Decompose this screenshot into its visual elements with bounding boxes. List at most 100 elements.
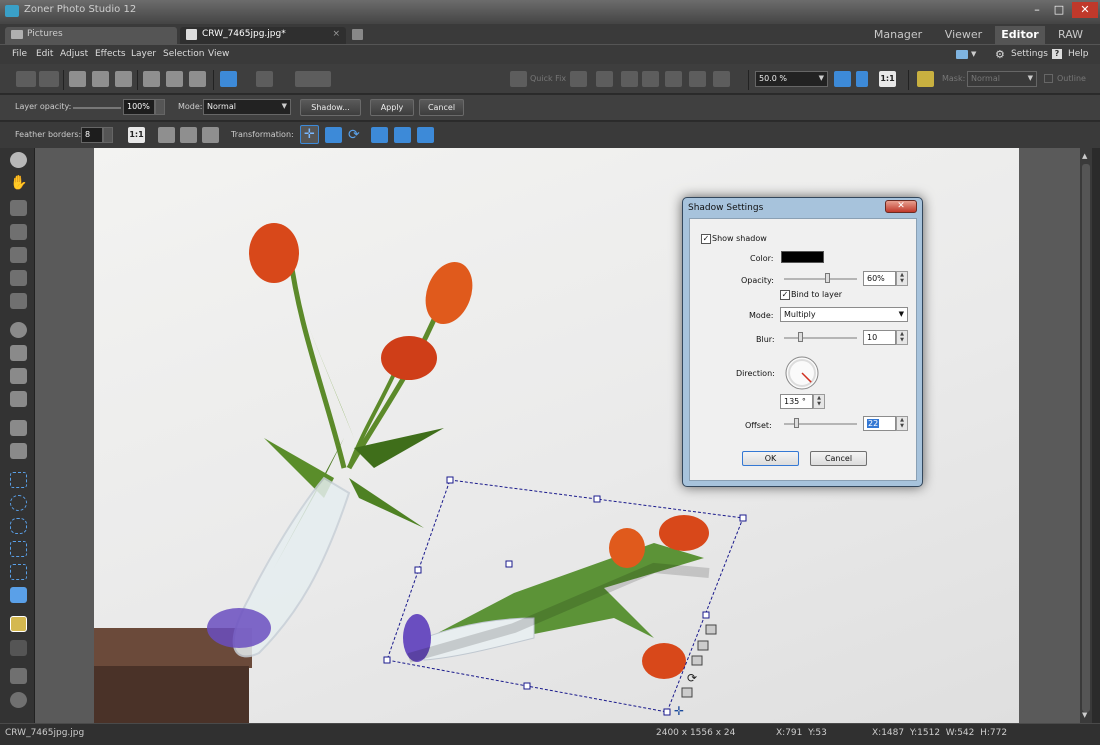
redo-icon[interactable]: [256, 71, 273, 87]
picture-tool-icon[interactable]: [10, 692, 27, 708]
show-shadow-checkbox[interactable]: ✓: [701, 234, 711, 244]
dialog-cancel-button[interactable]: Cancel: [810, 451, 867, 466]
new-tab-icon[interactable]: [352, 29, 363, 40]
mode-editor[interactable]: Editor: [995, 26, 1045, 44]
perspective-tool-icon[interactable]: [10, 247, 27, 263]
zoom-select[interactable]: 50.0 % ▼: [755, 71, 828, 87]
mask-brush-icon[interactable]: [917, 71, 934, 87]
menu-file[interactable]: File: [12, 49, 27, 59]
close-button[interactable]: ✕: [1072, 2, 1098, 18]
direction-dial[interactable]: [784, 355, 820, 391]
forward-arrow-icon[interactable]: [39, 71, 59, 87]
layer-opacity-slider[interactable]: [73, 107, 121, 109]
apply-button[interactable]: Apply: [370, 99, 414, 116]
color-shift-icon[interactable]: [713, 71, 730, 87]
fit-height-icon[interactable]: [856, 71, 868, 87]
menu-effects[interactable]: Effects: [95, 49, 126, 59]
open-folder-icon[interactable]: [69, 71, 86, 87]
actual-size-button[interactable]: 1:1: [128, 127, 145, 143]
actual-size-button[interactable]: 1:1: [879, 71, 896, 87]
direction-field[interactable]: 135 °: [780, 394, 813, 409]
offset-slider-thumb[interactable]: [794, 418, 799, 428]
layer-opacity-field[interactable]: 100%: [123, 99, 155, 115]
shadow-color-swatch[interactable]: [781, 251, 824, 263]
print-icon[interactable]: [115, 71, 132, 87]
healing-icon[interactable]: [10, 368, 27, 384]
skew-icon[interactable]: [371, 127, 388, 143]
maximize-button[interactable]: □: [1048, 2, 1070, 18]
copy-icon[interactable]: [143, 71, 160, 87]
brush-icon[interactable]: [621, 71, 638, 87]
tab-document[interactable]: CRW_7465jpg.jpg* ×: [180, 27, 346, 44]
scroll-up-icon[interactable]: ▲: [1082, 152, 1087, 160]
opacity-stepper[interactable]: ▲ ▼: [896, 271, 908, 286]
straighten-tool-icon[interactable]: [10, 224, 27, 240]
tab-close-icon[interactable]: ×: [332, 29, 340, 39]
sharpen-icon[interactable]: [665, 71, 682, 87]
polygon-lasso-icon[interactable]: [10, 541, 27, 557]
direction-stepper[interactable]: ▲ ▼: [813, 394, 825, 409]
move-icon[interactable]: ✛: [300, 125, 319, 144]
perspective-icon[interactable]: [394, 127, 411, 143]
bind-to-layer-checkbox[interactable]: ✓: [780, 290, 790, 300]
dialog-close-button[interactable]: ✕: [885, 200, 917, 213]
opacity-slider-thumb[interactable]: [825, 273, 830, 283]
retouch-icon[interactable]: [10, 391, 27, 407]
blur-stepper[interactable]: ▲ ▼: [896, 330, 908, 345]
rect-selection-icon[interactable]: [10, 472, 27, 488]
canvas-area[interactable]: ⟳ ✛: [35, 148, 1080, 723]
tab-pictures[interactable]: Pictures: [5, 27, 177, 44]
mode-manager[interactable]: Manager: [868, 26, 928, 44]
magic-wand-icon[interactable]: [10, 587, 27, 603]
resize-icon[interactable]: [325, 127, 342, 143]
gradient-tool-icon[interactable]: [10, 668, 27, 684]
menu-view[interactable]: View: [208, 49, 229, 59]
copy-layer-icon[interactable]: [158, 127, 175, 143]
merge-layer-icon[interactable]: [202, 127, 219, 143]
offset-stepper[interactable]: ▲ ▼: [896, 416, 908, 431]
save-icon[interactable]: [92, 71, 109, 87]
mask-mode-select[interactable]: Normal ▼: [967, 71, 1037, 87]
layer-mode-select[interactable]: Normal ▼: [203, 99, 291, 115]
monitor-icon[interactable]: [956, 50, 968, 59]
undo-icon[interactable]: [220, 71, 237, 87]
opacity-field[interactable]: 60%: [863, 271, 896, 286]
menu-layer[interactable]: Layer: [131, 49, 156, 59]
layer-tool-icon[interactable]: [10, 616, 27, 632]
redeye-tool-icon[interactable]: [10, 322, 27, 338]
shadow-button[interactable]: Shadow...: [300, 99, 361, 116]
zoom-tool-icon[interactable]: [10, 152, 27, 168]
outline-checkbox[interactable]: [1044, 74, 1053, 83]
settings-link[interactable]: Settings: [1011, 49, 1048, 59]
feather-stepper[interactable]: [103, 127, 113, 143]
menu-edit[interactable]: Edit: [36, 49, 53, 59]
feather-field[interactable]: 8: [81, 127, 103, 143]
lasso-icon[interactable]: [10, 518, 27, 534]
gear-icon[interactable]: ⚙: [995, 48, 1005, 61]
blur-slider[interactable]: [784, 337, 857, 339]
scrollbar-thumb[interactable]: [1082, 164, 1090, 712]
ellipse-selection-icon[interactable]: [10, 495, 27, 511]
eraser-tool-icon[interactable]: [10, 443, 27, 459]
blur-field[interactable]: 10: [863, 330, 896, 345]
blur-slider-thumb[interactable]: [798, 332, 803, 342]
history-icon[interactable]: [295, 71, 331, 87]
distort-icon[interactable]: [417, 127, 434, 143]
rotate-icon[interactable]: ⟳: [348, 127, 365, 143]
enhance-icon[interactable]: [570, 71, 587, 87]
help-icon[interactable]: ?: [1052, 49, 1062, 59]
scroll-down-icon[interactable]: ▼: [1082, 711, 1087, 719]
menu-selection[interactable]: Selection: [163, 49, 204, 59]
mode-raw[interactable]: RAW: [1048, 26, 1093, 44]
fit-window-icon[interactable]: [834, 71, 851, 87]
mode-viewer[interactable]: Viewer: [936, 26, 991, 44]
crop-tool-icon[interactable]: [10, 200, 27, 216]
canvas-tool-icon[interactable]: [10, 270, 27, 286]
clone-stamp-icon[interactable]: [10, 345, 27, 361]
quick-fix-label[interactable]: Quick Fix: [530, 74, 566, 83]
brush-tool-icon[interactable]: [10, 420, 27, 436]
resize-tool-icon[interactable]: [10, 293, 27, 309]
light-icon[interactable]: [642, 71, 659, 87]
text-tool-icon[interactable]: [10, 640, 27, 656]
offset-field[interactable]: 22: [863, 416, 896, 431]
